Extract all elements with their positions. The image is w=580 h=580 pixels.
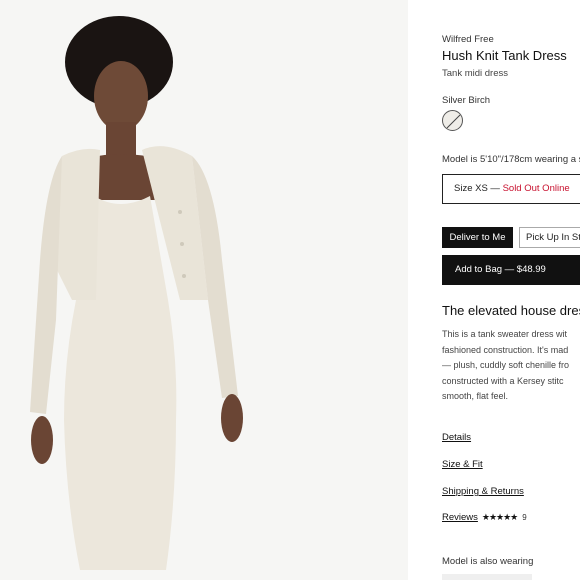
color-swatch-silver-birch[interactable] xyxy=(442,110,463,131)
product-photo[interactable] xyxy=(0,0,408,580)
description-line: — plush, cuddly soft chenille fro xyxy=(442,360,570,370)
description-line: fashioned construction. It's mad xyxy=(442,344,569,355)
description-line: smooth, flat feel. xyxy=(442,391,509,401)
pick-up-in-store-button[interactable]: Pick Up In St xyxy=(519,227,580,248)
brand-name[interactable]: Wilfred Free xyxy=(442,34,494,45)
size-status: Sold Out Online xyxy=(502,183,570,194)
model-image xyxy=(0,0,408,580)
product-title: Hush Knit Tank Dress xyxy=(442,48,567,63)
star-rating-icon: ★★★★★ xyxy=(481,512,518,522)
deliver-to-me-button[interactable]: Deliver to Me xyxy=(442,227,513,248)
add-to-bag-button[interactable]: Add to Bag — $48.99 xyxy=(442,255,580,285)
review-count: 9 xyxy=(522,513,527,522)
size-label: Size XS — xyxy=(454,183,503,194)
description-line: This is a tank sweater dress wit xyxy=(442,329,568,339)
size-selector[interactable]: Size XS — Sold Out Online xyxy=(442,174,580,204)
shipping-returns-link[interactable]: Shipping & Returns xyxy=(442,486,524,497)
size-fit-link[interactable]: Size & Fit xyxy=(442,459,483,470)
model-size-note: Model is 5'10"/178cm wearing a s xyxy=(442,154,580,165)
also-wearing-thumbnail[interactable] xyxy=(442,574,532,580)
also-wearing-label: Model is also wearing xyxy=(442,556,534,567)
description-headline: The elevated house dres xyxy=(442,303,580,318)
color-label: Silver Birch xyxy=(442,95,491,106)
slash-icon xyxy=(446,114,461,129)
description-text: This is a tank sweater dress wit fashion… xyxy=(442,327,569,405)
description-line: constructed with a Kersey stitc xyxy=(442,375,564,386)
reviews-row: Reviews ★★★★★ 9 xyxy=(442,512,527,523)
product-type: Tank midi dress xyxy=(442,68,508,79)
product-info-panel: Wilfred Free Hush Knit Tank Dress Tank m… xyxy=(442,0,580,580)
details-link[interactable]: Details xyxy=(442,432,471,443)
reviews-link[interactable]: Reviews xyxy=(442,512,478,523)
